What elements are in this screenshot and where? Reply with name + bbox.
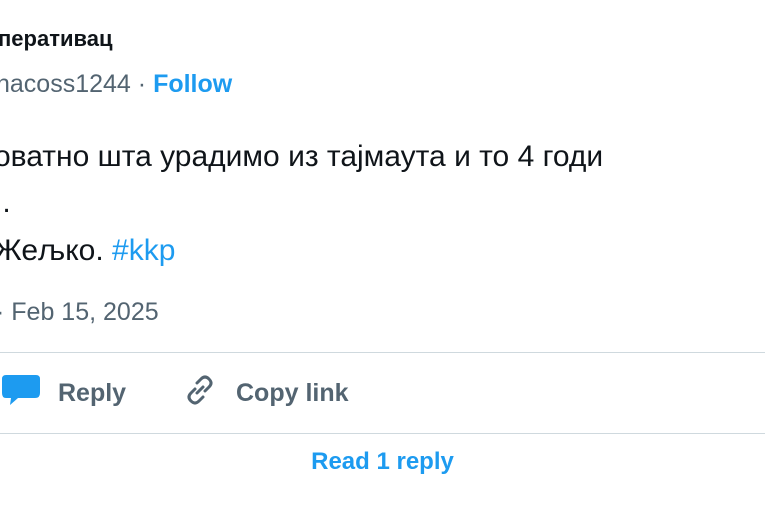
hashtag-link[interactable]: #kkp <box>112 234 175 267</box>
speech-bubble-icon <box>0 373 40 414</box>
read-replies-link[interactable]: Read 1 reply <box>0 448 765 476</box>
follow-button[interactable]: Follow <box>153 70 232 98</box>
tweet-text-line-1: оватно шта урадимо из тајмаута и то 4 го… <box>0 140 604 173</box>
divider-bottom <box>0 433 765 434</box>
timestamp-date[interactable]: Feb 15, 2025 <box>11 298 158 326</box>
tweet-text-line-2: .. <box>0 186 11 219</box>
author-display-name[interactable]: перативац <box>0 26 113 52</box>
divider-top <box>0 352 765 353</box>
timestamp-separator: · <box>0 298 4 326</box>
copy-link-label: Copy link <box>236 378 349 407</box>
tweet-text-line-3: Жељко. #kkp <box>0 234 175 268</box>
author-handle-row: nacoss1244 · Follow <box>0 70 232 99</box>
reply-button[interactable]: Reply <box>0 373 127 414</box>
tweet-text-fragment: Жељко. <box>0 234 113 267</box>
tweet-timestamp[interactable]: · Feb 15, 2025 <box>0 298 159 327</box>
author-handle[interactable]: nacoss1244 <box>0 70 131 98</box>
handle-separator: · <box>137 70 147 98</box>
link-icon <box>182 372 218 415</box>
reply-label: Reply <box>58 378 127 407</box>
copy-link-button[interactable]: Copy link <box>182 375 349 411</box>
